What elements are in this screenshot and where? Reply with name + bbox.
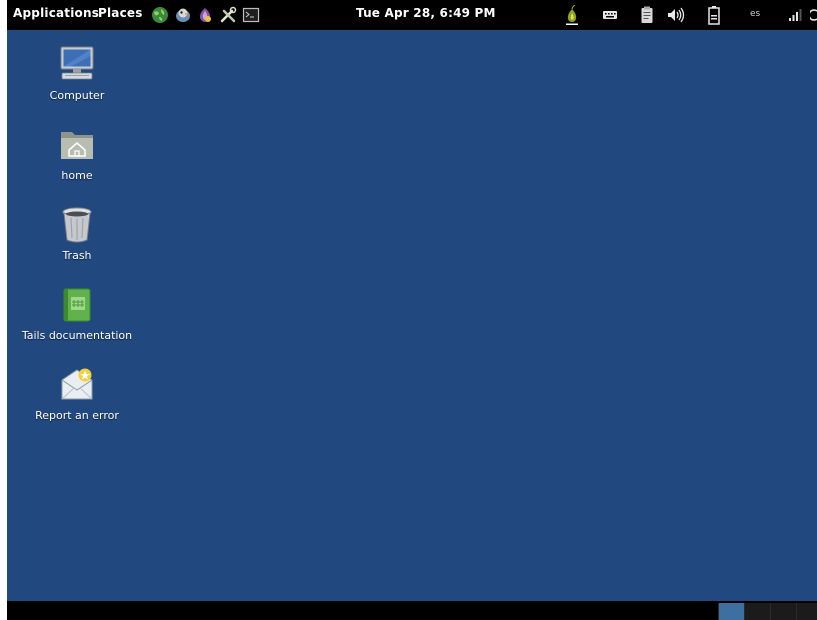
battery-icon[interactable] xyxy=(708,5,720,25)
onscreen-keyboard-icon[interactable] xyxy=(602,5,618,25)
tor-globe-icon[interactable] xyxy=(151,6,169,24)
desktop-icon-label: Report an error xyxy=(35,409,119,422)
clipboard-icon[interactable] xyxy=(640,5,654,25)
workspace-2[interactable] xyxy=(744,603,770,620)
power-icon[interactable] xyxy=(810,5,817,25)
volume-icon[interactable] xyxy=(666,5,686,25)
onionshare-icon[interactable] xyxy=(196,6,214,24)
bottom-panel xyxy=(7,601,817,620)
desktop-icon-label: Computer xyxy=(49,89,105,102)
places-menu[interactable]: Places xyxy=(98,6,143,20)
terminal-icon[interactable] xyxy=(242,6,260,24)
keyboard-layout-indicator[interactable]: es xyxy=(750,9,760,19)
desktop-icon-label: Trash xyxy=(62,249,92,262)
desktop-screen: Applications Places Tue Apr 28, 6:49 PM … xyxy=(7,0,817,620)
clock[interactable]: Tue Apr 28, 6:49 PM xyxy=(356,6,496,20)
desktop-icon-trash[interactable]: Trash xyxy=(12,204,142,266)
desktop-icon-report-an-error[interactable]: Report an error xyxy=(12,364,142,426)
network-signal-icon[interactable] xyxy=(788,5,804,25)
home-folder-icon xyxy=(61,132,93,159)
workspace-1[interactable] xyxy=(718,603,744,620)
report-error-mail-icon xyxy=(61,368,93,400)
trash-icon xyxy=(62,207,92,243)
desktop-icon-computer[interactable]: Computer xyxy=(12,44,142,106)
pidgin-icon[interactable] xyxy=(174,6,192,24)
desktop-icon-label: home xyxy=(61,169,93,182)
desktop-icon-home[interactable]: home xyxy=(12,124,142,186)
documentation-book-icon xyxy=(63,288,91,322)
computer-icon xyxy=(60,46,94,80)
desktop-icon-label: Tails documentation xyxy=(21,329,133,342)
top-panel: Applications Places Tue Apr 28, 6:49 PM … xyxy=(7,0,817,30)
workspace-4[interactable] xyxy=(796,603,817,620)
applications-menu[interactable]: Applications xyxy=(13,6,99,20)
workspace-3[interactable] xyxy=(770,603,796,620)
tools-icon[interactable] xyxy=(219,6,237,24)
vidalia-onion-icon[interactable] xyxy=(564,5,580,25)
desktop-icon-tails-documentation[interactable]: Tails documentation xyxy=(12,284,142,346)
